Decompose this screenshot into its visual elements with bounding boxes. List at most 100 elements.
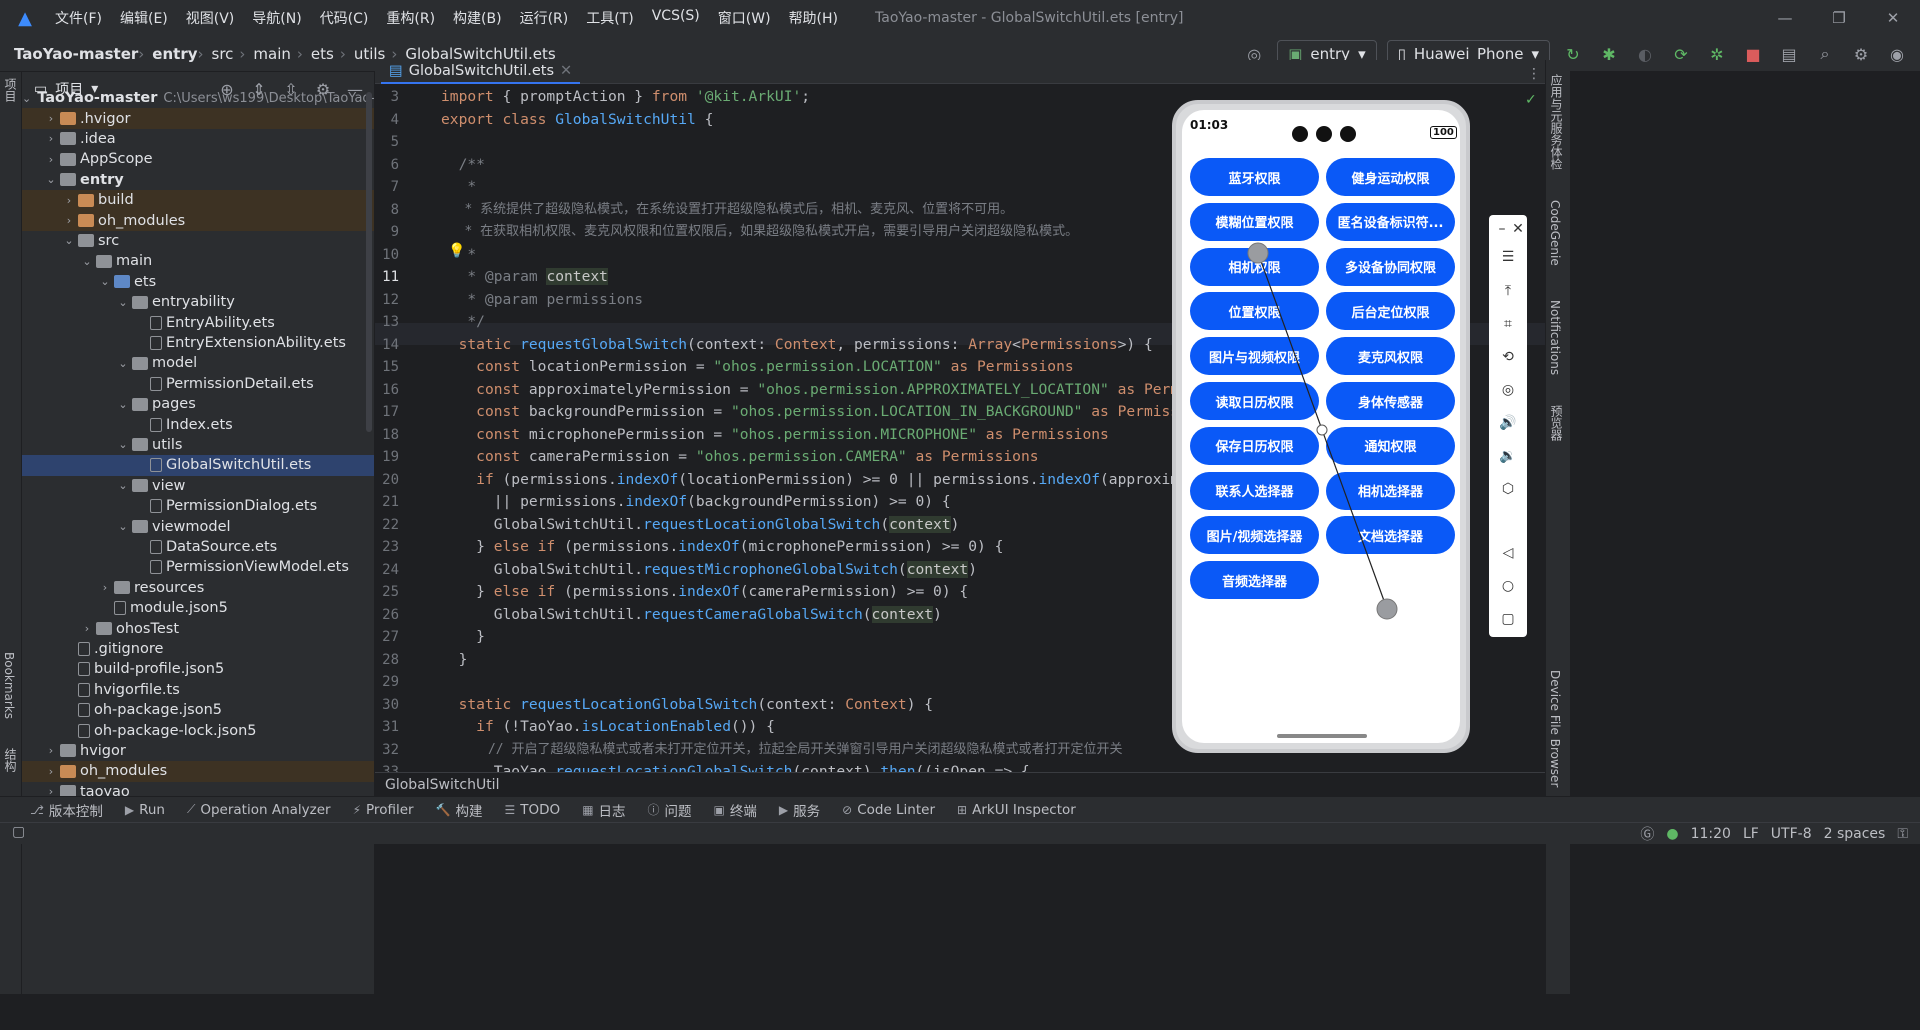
chevron-down-icon[interactable]: ⌄ [116, 438, 130, 451]
tree-item[interactable]: › hvigor [22, 741, 374, 761]
tree-item[interactable]: PermissionDetail.ets [22, 374, 374, 394]
tree-item[interactable]: › resources [22, 578, 374, 598]
tree-item[interactable]: GlobalSwitchUtil.ets [22, 455, 374, 476]
tree-item[interactable]: › oh_modules [22, 761, 374, 782]
tool-window-tab[interactable]: ⎇ 版本控制 [30, 800, 103, 820]
tree-item[interactable]: ⌄ src [22, 231, 374, 251]
tree-item[interactable]: module.json5 [22, 598, 374, 618]
breadcrumb-item[interactable]: src [212, 45, 234, 63]
tree-item[interactable]: ⌄ model [22, 353, 374, 373]
breadcrumb-item[interactable]: entry [152, 45, 197, 63]
tree-item[interactable]: Index.ets [22, 414, 374, 434]
menu-item[interactable]: 导航(N) [243, 8, 310, 28]
lock-icon[interactable]: ⚿ [1897, 826, 1908, 842]
chevron-down-icon[interactable]: ⌄ [116, 520, 130, 533]
menu-item[interactable]: 文件(F) [46, 8, 111, 28]
tree-item[interactable]: ⌄ view [22, 476, 374, 496]
rotate-icon[interactable]: ⟲ [1489, 349, 1527, 365]
tree-item[interactable]: ⌄ entry [22, 170, 374, 190]
apply-changes-icon[interactable]: ⟳ [1668, 41, 1694, 67]
menu-item[interactable]: 视图(V) [177, 8, 244, 28]
chevron-down-icon[interactable]: ⌄ [80, 255, 94, 268]
chevron-right-icon[interactable]: › [80, 622, 94, 635]
tree-item[interactable]: EntryAbility.ets [22, 312, 374, 332]
tool-window-tab[interactable]: 🔨 构建 [436, 800, 483, 820]
tree-item[interactable]: › oh_modules [22, 210, 374, 231]
volume-down-icon[interactable]: 🔉 [1489, 448, 1527, 464]
tree-item[interactable]: › AppScope [22, 149, 374, 169]
debug-icon[interactable]: ✱ [1596, 41, 1622, 67]
close-emulator-icon[interactable]: ✕ [1499, 221, 1537, 237]
cursor-position[interactable]: 11:20 [1691, 826, 1731, 842]
tool-window-tab[interactable]: ⚡ Profiler [353, 802, 414, 818]
tree-item[interactable]: PermissionDialog.ets [22, 496, 374, 516]
tool-window-tab[interactable]: ▶ Run [125, 802, 165, 818]
tree-root[interactable]: ⌄ TaoYao-master C:\Users\ws199\Desktop\T… [22, 88, 374, 108]
editor-tab[interactable]: ▤ GlobalSwitchUtil.ets ✕ [381, 60, 581, 84]
phone-screen[interactable]: 01:03 100 蓝牙权限 健身运动权限 模糊位置权限 匿名设备标识符... 相机权限… [1182, 110, 1460, 743]
inspection-ok-icon[interactable]: ✓ [1525, 92, 1537, 108]
tool-window-tab[interactable]: ▦ 日志 [582, 800, 625, 820]
chevron-right-icon[interactable]: › [44, 112, 58, 125]
location-icon[interactable]: ◎ [1489, 382, 1527, 398]
pin-top-icon[interactable]: ⤒ [1489, 283, 1527, 299]
more-options-icon[interactable]: ⋮ [1527, 66, 1541, 82]
tree-item[interactable]: › .hvigor [22, 108, 374, 129]
stop-icon[interactable]: ■ [1740, 41, 1766, 67]
search-icon[interactable]: ⌕ [1812, 41, 1838, 67]
chevron-right-icon[interactable]: › [62, 214, 76, 227]
menu-item[interactable]: 工具(T) [577, 8, 642, 28]
tool-window-tab[interactable]: ⟋ Operation Analyzer [187, 802, 331, 818]
breadcrumb-item[interactable]: main [253, 45, 290, 63]
breadcrumb-item[interactable]: TaoYao-master [14, 45, 138, 63]
recents-icon[interactable]: ▢ [1489, 611, 1527, 627]
chevron-down-icon[interactable]: ⌄ [116, 296, 130, 309]
menu-item[interactable]: VCS(S) [643, 8, 709, 28]
device-file-browser-tool-tab[interactable]: Device File Browser [1548, 670, 1562, 787]
indent-setting[interactable]: 2 spaces [1824, 826, 1886, 842]
chevron-right-icon[interactable]: › [98, 581, 112, 594]
tool-window-tab[interactable]: ⊞ ArkUI Inspector [957, 802, 1076, 818]
toggle-panels-icon[interactable]: ▢ [12, 824, 25, 840]
previewer-tool-tab[interactable]: 预览器 [1548, 405, 1565, 441]
tool-window-tab[interactable]: ☰ TODO [505, 802, 561, 818]
chevron-down-icon[interactable]: ⌄ [62, 234, 76, 247]
app-check-tool-tab[interactable]: 应用与元服务体检 [1548, 74, 1565, 170]
line-separator[interactable]: LF [1743, 826, 1759, 842]
menu-item[interactable]: 帮助(H) [780, 8, 847, 28]
tree-item[interactable]: ⌄ utils [22, 435, 374, 455]
tree-item[interactable]: oh-package.json5 [22, 700, 374, 720]
tree-item[interactable]: ⌄ ets [22, 272, 374, 292]
project-tool-tab[interactable]: 项目 [2, 78, 19, 102]
lightbulb-icon[interactable]: 💡 [448, 243, 465, 259]
chevron-down-icon[interactable]: ⌄ [116, 357, 130, 370]
home-indicator[interactable] [1277, 734, 1367, 738]
chevron-down-icon[interactable]: ⌄ [116, 398, 130, 411]
tree-item[interactable]: ⌄ viewmodel [22, 516, 374, 536]
chevron-right-icon[interactable]: › [44, 132, 58, 145]
account-icon[interactable]: ◉ [1884, 41, 1910, 67]
tree-item[interactable]: DataSource.ets [22, 537, 374, 557]
close-tab-icon[interactable]: ✕ [560, 63, 572, 79]
attach-debugger-icon[interactable]: ◐ [1632, 41, 1658, 67]
file-encoding[interactable]: UTF-8 [1771, 826, 1812, 842]
minimize-icon[interactable]: — [1758, 0, 1812, 36]
chevron-down-icon[interactable]: ⌄ [22, 92, 31, 105]
tree-item[interactable]: ⌄ main [22, 251, 374, 271]
menu-icon[interactable]: ☰ [1489, 249, 1527, 265]
menu-item[interactable]: 代码(C) [311, 8, 378, 28]
tree-item[interactable]: › .idea [22, 129, 374, 149]
tool-window-tab[interactable]: ⓘ 问题 [648, 800, 692, 820]
notifications-tool-tab[interactable]: Notifications [1548, 300, 1562, 375]
menu-item[interactable]: 构建(B) [444, 8, 511, 28]
codegenie-status-icon[interactable]: Ⓖ [1640, 824, 1654, 844]
settings-gear-icon[interactable]: ⚙ [1848, 41, 1874, 67]
tree-item[interactable]: build-profile.json5 [22, 659, 374, 679]
breadcrumb-item[interactable]: ets [311, 45, 334, 63]
tool-window-tab[interactable]: ▣ 终端 [714, 800, 757, 820]
chevron-right-icon[interactable]: › [62, 194, 76, 207]
bookmarks-tool-tab[interactable]: Bookmarks [2, 652, 16, 719]
debug-restart-icon[interactable]: ✲ [1704, 41, 1730, 67]
tree-item[interactable]: EntryExtensionAbility.ets [22, 333, 374, 353]
chevron-down-icon[interactable]: ⌄ [44, 173, 58, 186]
